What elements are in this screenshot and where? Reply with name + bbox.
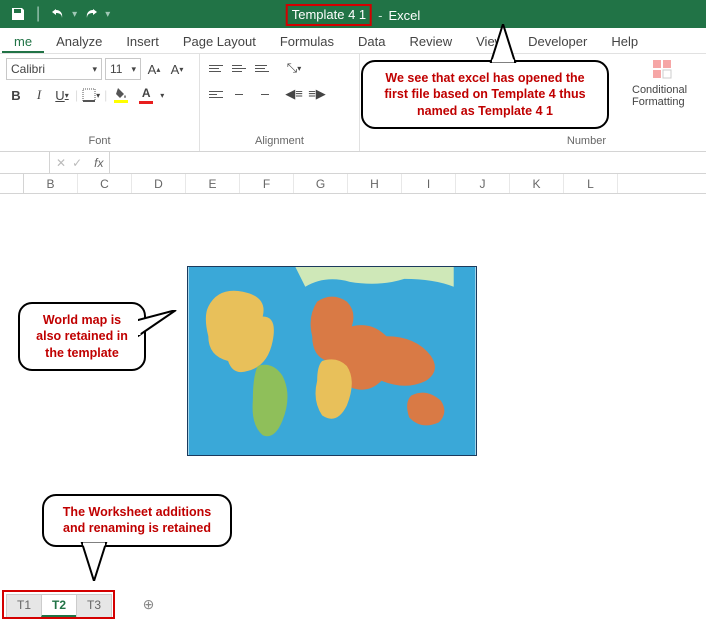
align-left-button[interactable] [206,84,226,104]
col-header[interactable]: C [78,174,132,193]
increase-indent-button[interactable]: ≡▶ [307,84,327,104]
tab-review[interactable]: Review [398,30,465,53]
tab-developer[interactable]: Developer [516,30,599,53]
tab-help[interactable]: Help [599,30,650,53]
tab-home[interactable]: me [2,30,44,53]
callout-map: World map is also retained in the templa… [18,302,146,371]
formula-input[interactable] [110,152,706,173]
dropdown-icon[interactable]: ▾ [105,9,110,20]
title-bar: | ▾ ▾ Template 4 1 - Excel [0,0,706,28]
tab-formulas[interactable]: Formulas [268,30,346,53]
world-map-image[interactable] [187,266,477,456]
col-header[interactable]: I [402,174,456,193]
callout-title: We see that excel has opened the first f… [361,60,609,129]
align-middle-button[interactable] [229,58,249,78]
font-color-button[interactable]: A [135,84,157,106]
sheet-tab-t3[interactable]: T3 [76,594,112,617]
number-group-label: Number [567,135,606,149]
sheet-area[interactable]: World map is also retained in the templa… [0,194,706,584]
orientation-button[interactable]: ⤡▾ [284,58,304,78]
column-headers: B C D E F G H I J K L [0,174,706,194]
name-box[interactable] [0,152,50,173]
sheet-tabs: T1 T2 T3 ⊕ [2,590,164,619]
conditional-formatting-icon [651,58,681,82]
conditional-formatting-button[interactable]: Conditional Formatting [632,58,700,108]
tab-data[interactable]: Data [346,30,397,53]
save-icon[interactable] [10,6,26,22]
fill-color-button[interactable] [110,84,132,106]
ribbon-tabs: me Analyze Insert Page Layout Formulas D… [0,28,706,54]
bold-button[interactable]: B [6,85,26,105]
col-header[interactable]: K [510,174,564,193]
align-right-button[interactable] [252,84,272,104]
col-header[interactable]: L [564,174,618,193]
align-top-button[interactable] [206,58,226,78]
tab-analyze[interactable]: Analyze [44,30,114,53]
col-header[interactable]: D [132,174,186,193]
font-size-combo[interactable]: 11▾ [105,58,141,80]
sheet-tabs-highlight: T1 T2 T3 [2,590,115,619]
alignment-group-label: Alignment [206,135,353,149]
callout-tabs: The Worksheet additions and renaming is … [42,494,232,547]
cancel-icon[interactable]: ✕ [56,156,66,170]
filename-highlight: Template 4 1 [286,4,372,26]
border-button[interactable]: ▾ [81,85,101,105]
add-sheet-button[interactable]: ⊕ [134,596,164,613]
col-header[interactable]: J [456,174,510,193]
dropdown-icon[interactable]: ▾ [72,9,77,20]
font-group-label: Font [6,135,193,149]
sheet-tab-t2[interactable]: T2 [41,594,77,617]
underline-button[interactable]: U▾ [52,85,72,105]
tab-page-layout[interactable]: Page Layout [171,30,268,53]
sheet-tab-t1[interactable]: T1 [6,594,42,617]
align-bottom-button[interactable] [252,58,272,78]
app-name: Excel [388,8,420,23]
col-header[interactable]: F [240,174,294,193]
col-header[interactable]: B [24,174,78,193]
col-header[interactable]: E [186,174,240,193]
redo-icon[interactable] [83,6,99,22]
italic-button[interactable]: I [29,85,49,105]
font-name-combo[interactable]: Calibri▾ [6,58,102,80]
enter-icon[interactable]: ✓ [72,156,82,170]
tab-insert[interactable]: Insert [114,30,171,53]
increase-font-button[interactable]: A▴ [144,59,164,79]
formula-bar: ✕ ✓ fx [0,152,706,174]
decrease-font-button[interactable]: A▾ [167,59,187,79]
col-header[interactable]: G [294,174,348,193]
decrease-indent-button[interactable]: ◀≡ [284,84,304,104]
align-center-button[interactable] [229,84,249,104]
qat-separator: | [36,5,40,23]
undo-icon[interactable] [50,6,66,22]
col-header[interactable]: H [348,174,402,193]
fx-label[interactable]: fx [88,156,103,170]
